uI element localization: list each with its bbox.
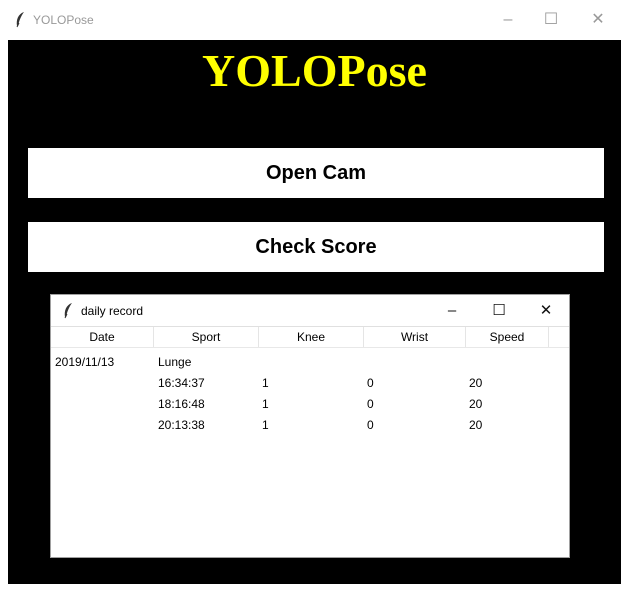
daily-record-title: daily record <box>81 304 144 318</box>
cell-sport: Lunge <box>158 355 192 369</box>
maximize-button[interactable]: ☐ <box>539 8 563 32</box>
feather-icon <box>16 12 24 28</box>
cell-knee: 1 <box>262 418 269 432</box>
cell-speed: 20 <box>469 418 483 432</box>
column-header-speed[interactable]: Speed <box>466 330 548 344</box>
cell-wrist: 0 <box>367 397 374 411</box>
cell-knee: 1 <box>262 376 269 390</box>
daily-record-window: daily record – ☐ ✕ Date Sport Knee Wrist… <box>50 294 570 558</box>
check-score-button[interactable]: Check Score <box>28 222 604 272</box>
column-header-knee[interactable]: Knee <box>259 330 363 344</box>
cell-knee: 1 <box>262 397 269 411</box>
record-minimize-button[interactable]: – <box>440 299 464 323</box>
column-divider[interactable] <box>548 327 549 347</box>
column-header-wrist[interactable]: Wrist <box>364 330 465 344</box>
column-header-sport[interactable]: Sport <box>154 330 258 344</box>
open-cam-button[interactable]: Open Cam <box>28 148 604 198</box>
feather-icon <box>64 303 72 319</box>
cell-sport: 16:34:37 <box>158 376 205 390</box>
table-header: Date Sport Knee Wrist Speed <box>51 326 569 348</box>
cell-speed: 20 <box>469 397 483 411</box>
record-maximize-button[interactable]: ☐ <box>487 299 511 323</box>
cell-speed: 20 <box>469 376 483 390</box>
window-titlebar: YOLOPose – ☐ ✕ <box>0 0 628 40</box>
close-button[interactable]: ✕ <box>586 8 610 32</box>
record-close-button[interactable]: ✕ <box>534 299 558 323</box>
cell-date: 2019/11/13 <box>55 355 115 369</box>
cell-wrist: 0 <box>367 376 374 390</box>
cell-sport: 18:16:48 <box>158 397 205 411</box>
daily-record-titlebar: daily record – ☐ ✕ <box>51 295 569 326</box>
minimize-button[interactable]: – <box>496 8 520 32</box>
window-title: YOLOPose <box>33 13 94 27</box>
app-heading: YOLOPose <box>202 45 427 96</box>
cell-sport: 20:13:38 <box>158 418 205 432</box>
column-header-date[interactable]: Date <box>51 330 153 344</box>
cell-wrist: 0 <box>367 418 374 432</box>
